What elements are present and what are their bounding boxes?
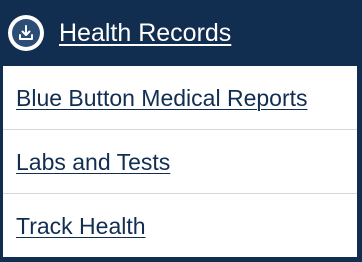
health-records-link[interactable]: Health Records <box>59 18 231 48</box>
health-records-submenu: Blue Button Medical Reports Labs and Tes… <box>3 66 357 257</box>
blue-button-medical-reports-link[interactable]: Blue Button Medical Reports <box>16 84 308 112</box>
menu-header[interactable]: Health Records <box>0 0 362 66</box>
health-records-menu: Health Records Blue Button Medical Repor… <box>0 0 362 262</box>
track-health-link[interactable]: Track Health <box>16 212 146 240</box>
list-item: Track Health <box>3 194 357 257</box>
labs-and-tests-link[interactable]: Labs and Tests <box>16 148 170 176</box>
list-item: Blue Button Medical Reports <box>3 66 357 130</box>
download-icon <box>8 15 44 51</box>
list-item: Labs and Tests <box>3 130 357 194</box>
